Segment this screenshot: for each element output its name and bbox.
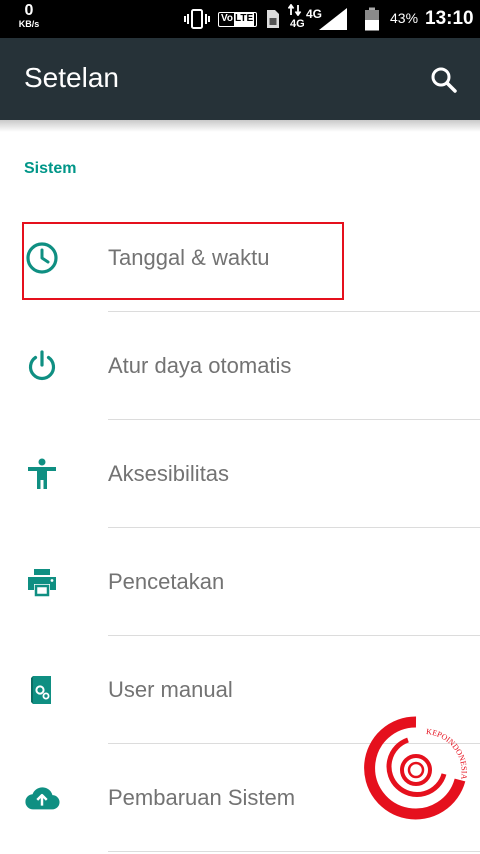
volte-icon: Vo LTE (218, 12, 258, 27)
battery-icon (364, 7, 380, 31)
signal-icon (318, 7, 348, 31)
settings-item-label: Pembaruan Sistem (108, 785, 296, 810)
settings-item-printing[interactable]: Pencetakan (0, 528, 480, 636)
app-bar: Setelan (0, 38, 480, 120)
settings-item-label: Atur daya otomatis (108, 353, 292, 378)
search-button[interactable] (424, 60, 464, 100)
watermark-text: KEPOINDONESIA (426, 727, 469, 780)
vibrate-icon (184, 7, 210, 31)
app-bar-shadow (0, 120, 480, 132)
network-speed-value: 0 (24, 2, 34, 19)
accessibility-icon (24, 456, 60, 492)
sim-card-icon (266, 7, 280, 31)
status-clock: 13:10 (425, 8, 474, 29)
settings-item-label: Aksesibilitas (108, 461, 230, 486)
data-arrows-icon (288, 3, 302, 17)
battery-percent: 43% (390, 10, 419, 26)
page-title: Setelan (24, 62, 119, 93)
print-icon (24, 564, 60, 600)
section-header-sistem: Sistem (24, 160, 77, 177)
settings-item-label: Pencetakan (108, 569, 225, 594)
lte-text: LTE (234, 13, 255, 26)
svg-text:KEPOINDONESIA: KEPOINDONESIA (426, 727, 468, 780)
cloud-upload-icon (24, 780, 60, 816)
search-icon (431, 67, 457, 93)
network-speed-unit: KB/s (18, 19, 40, 29)
status-bar: 0 KB/s Vo LTE 4G 4G 43% 13:10 (0, 0, 480, 38)
divider (108, 851, 480, 852)
settings-item-label: User manual (108, 677, 233, 702)
network-speed: 0 KB/s (9, 3, 49, 29)
watermark-logo: KEPOINDONESIA (364, 714, 469, 826)
settings-item-auto-power[interactable]: Atur daya otomatis (0, 312, 480, 420)
user-manual-icon (24, 672, 60, 708)
network-type-bottom: 4G (290, 18, 305, 30)
volte-text: Vo (221, 13, 234, 24)
settings-item-accessibility[interactable]: Aksesibilitas (0, 420, 480, 528)
highlight-box (22, 222, 344, 300)
power-icon (24, 348, 60, 384)
